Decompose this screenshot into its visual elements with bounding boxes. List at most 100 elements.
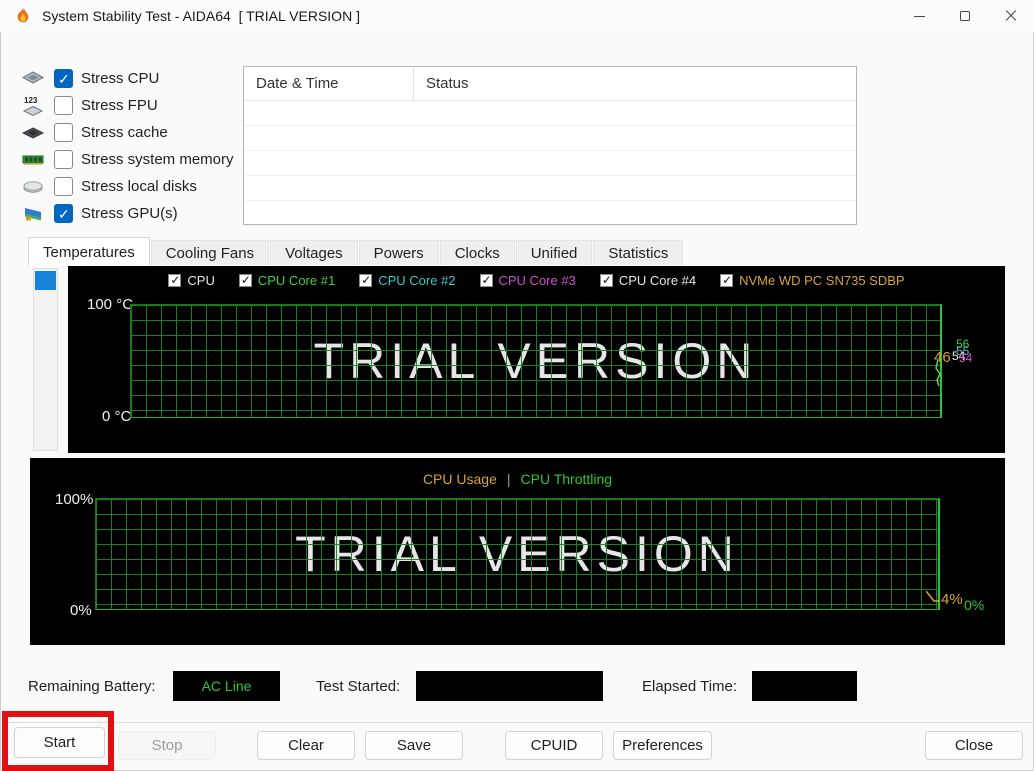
flame-icon — [17, 7, 29, 23]
cache-icon — [21, 126, 45, 139]
status-bar: Remaining Battery: AC Line Test Started:… — [0, 668, 1034, 702]
usage-legend: CPU Usage | CPU Throttling — [30, 471, 1005, 487]
elapsed-time-label: Elapsed Time: — [642, 678, 738, 695]
clear-button[interactable]: Clear — [257, 731, 355, 760]
legend-separator: | — [506, 471, 511, 487]
stress-fpu-label: Stress FPU — [81, 97, 158, 114]
test-started-value-box — [416, 671, 603, 701]
battery-value: AC Line — [201, 678, 252, 694]
stress-cpu-label: Stress CPU — [81, 70, 160, 87]
usage-axis-min: 0% — [70, 602, 92, 619]
legend-item-cpu: CPU — [168, 273, 215, 288]
stress-cpu-checkbox[interactable] — [54, 69, 73, 88]
window-title: System Stability Test - AIDA64 [ TRIAL V… — [42, 8, 360, 24]
legend-core1-checkbox[interactable] — [238, 273, 252, 287]
start-button[interactable]: Start — [14, 727, 105, 758]
title-bar: System Stability Test - AIDA64 [ TRIAL V… — [0, 0, 1034, 32]
log-empty-row — [244, 101, 856, 126]
temp-axis-max: 100 °C — [87, 296, 134, 313]
legend-core4-checkbox[interactable] — [599, 273, 613, 287]
legend-cpu-checkbox[interactable] — [168, 273, 182, 287]
tab-statistics[interactable]: Statistics — [593, 240, 684, 265]
stress-disks-checkbox[interactable] — [54, 177, 73, 196]
stress-option-fpu: 123 Stress FPU — [20, 92, 234, 119]
maximize-icon — [960, 11, 970, 21]
legend-core2-label: CPU Core #2 — [378, 273, 456, 288]
cpu-icon — [21, 70, 45, 84]
graph-tabs: Temperatures Cooling Fans Voltages Power… — [28, 237, 684, 265]
test-log-table: Date & Time Status — [243, 66, 857, 226]
usage-plot-tip — [926, 590, 940, 602]
minimize-icon — [913, 15, 925, 17]
stress-disks-label: Stress local disks — [81, 178, 197, 195]
stop-button[interactable]: Stop — [118, 731, 216, 760]
gpu-icon — [25, 207, 41, 220]
temperature-legend: CPU CPU Core #1 CPU Core #2 CPU Core #3 … — [68, 273, 1005, 288]
stress-option-cpu: Stress CPU — [20, 65, 234, 92]
stress-memory-label: Stress system memory — [81, 151, 234, 168]
scrollbar-thumb[interactable] — [35, 271, 56, 290]
tab-temperatures[interactable]: Temperatures — [28, 237, 150, 265]
stress-option-disks: Stress local disks — [20, 173, 234, 200]
close-button[interactable]: Close — [925, 731, 1023, 760]
stress-option-gpu: Stress GPU(s) — [20, 200, 234, 227]
save-button[interactable]: Save — [365, 731, 463, 760]
temperature-plot-area: TRIAL VERSION — [130, 304, 942, 418]
stress-fpu-checkbox[interactable] — [54, 96, 73, 115]
stress-gpu-label: Stress GPU(s) — [81, 205, 178, 222]
preferences-button[interactable]: Preferences — [613, 731, 712, 760]
legend-core3-checkbox[interactable] — [479, 273, 493, 287]
stress-cache-checkbox[interactable] — [54, 123, 73, 142]
log-column-status: Status — [426, 75, 469, 92]
temperature-graph-scrollbar[interactable] — [33, 268, 58, 451]
elapsed-time-value-box — [752, 671, 857, 701]
legend-item-core1: CPU Core #1 — [238, 273, 336, 288]
tab-cooling-fans[interactable]: Cooling Fans — [150, 240, 270, 265]
trial-watermark: TRIAL VERSION — [313, 333, 758, 389]
log-empty-row — [244, 176, 856, 201]
maximize-button[interactable] — [942, 0, 988, 32]
current-usage-value: 4% — [941, 591, 963, 608]
tab-clocks[interactable]: Clocks — [439, 240, 515, 265]
test-started-label: Test Started: — [316, 678, 401, 695]
current-temp-core3: 54 — [959, 351, 973, 365]
log-empty-row — [244, 201, 856, 226]
battery-value-box: AC Line — [173, 671, 280, 701]
svg-text:123: 123 — [24, 96, 38, 105]
minimize-button[interactable] — [896, 0, 942, 32]
disk-icon — [23, 180, 43, 193]
log-table-header: Date & Time Status — [244, 67, 856, 101]
temperature-graph-panel: CPU CPU Core #1 CPU Core #2 CPU Core #3 … — [68, 266, 1005, 453]
log-empty-row — [244, 126, 856, 151]
legend-nvme-checkbox[interactable] — [720, 273, 734, 287]
cpuid-button[interactable]: CPUID — [505, 731, 603, 760]
legend-core4-label: CPU Core #4 — [618, 273, 697, 288]
stress-option-cache: Stress cache — [20, 119, 234, 146]
legend-core1-label: CPU Core #1 — [257, 273, 336, 288]
fpu-icon: 123 — [22, 96, 44, 116]
stress-memory-checkbox[interactable] — [54, 150, 73, 169]
legend-core2-checkbox[interactable] — [359, 273, 373, 287]
usage-axis-max: 100% — [55, 491, 94, 508]
close-icon — [1005, 10, 1017, 22]
legend-cpu-label: CPU — [187, 273, 215, 288]
tab-unified[interactable]: Unified — [515, 240, 593, 265]
temp-axis-min: 0 °C — [102, 408, 132, 425]
throttling-series-label: CPU Throttling — [520, 471, 613, 487]
usage-series-label: CPU Usage — [422, 471, 497, 487]
legend-item-nvme: NVMe WD PC SN735 SDBP — [720, 273, 905, 288]
footer-divider — [0, 722, 1034, 723]
trial-watermark: TRIAL VERSION — [295, 526, 739, 582]
tab-powers[interactable]: Powers — [358, 240, 439, 265]
legend-core3-label: CPU Core #3 — [498, 273, 576, 288]
tab-voltages[interactable]: Voltages — [270, 240, 358, 265]
log-empty-row — [244, 151, 856, 176]
legend-item-core3: CPU Core #3 — [479, 273, 576, 288]
stress-option-memory: Stress system memory — [20, 146, 234, 173]
log-column-datetime: Date & Time — [244, 67, 414, 100]
legend-nvme-label: NVMe WD PC SN735 SDBP — [739, 273, 905, 288]
close-window-button[interactable] — [988, 0, 1034, 32]
stress-gpu-checkbox[interactable] — [54, 204, 73, 223]
stability-test-window: System Stability Test - AIDA64 [ TRIAL V… — [0, 0, 1034, 771]
legend-item-core4: CPU Core #4 — [599, 273, 697, 288]
